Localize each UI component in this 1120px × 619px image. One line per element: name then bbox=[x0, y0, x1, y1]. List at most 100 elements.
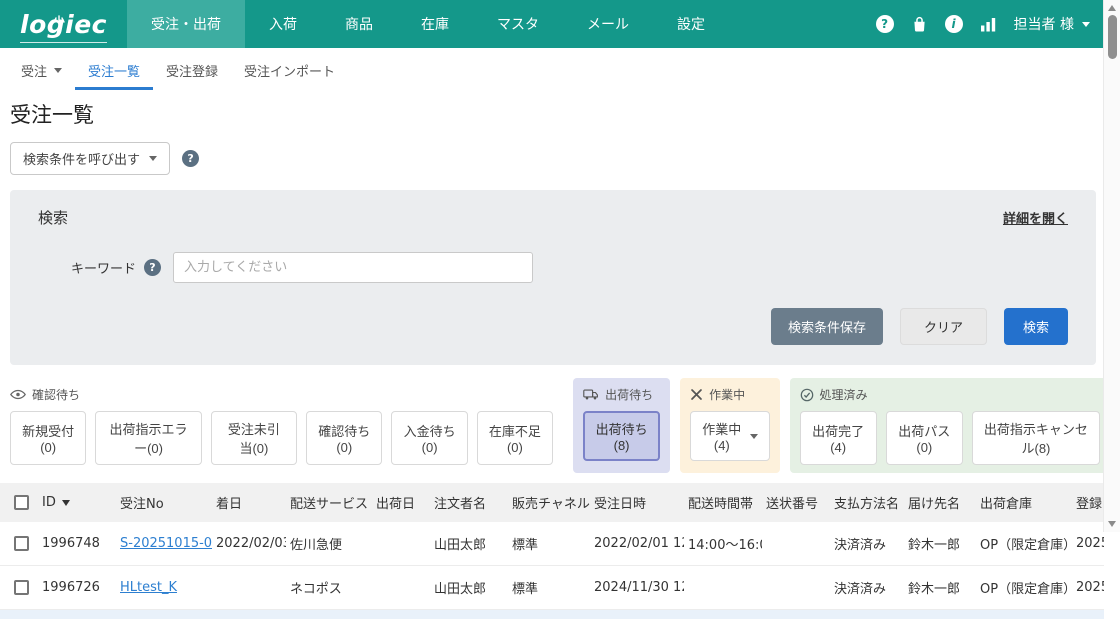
info-icon[interactable] bbox=[945, 15, 963, 33]
column-header-order-datetime: 受注日時 bbox=[590, 483, 684, 522]
clear-button[interactable]: クリア bbox=[900, 308, 987, 345]
filter-unallocated[interactable]: 受注未引当(0) bbox=[211, 411, 297, 465]
column-header-orderer: 注文者名 bbox=[430, 483, 508, 522]
user-menu[interactable]: 担当者 様 bbox=[1014, 14, 1090, 34]
nav-item-settings[interactable]: 設定 bbox=[653, 0, 729, 48]
cell-recipient: 鈴木一郎 bbox=[904, 522, 976, 566]
main-nav: 受注・出荷 入荷 商品 在庫 マスタ メール 設定 bbox=[127, 0, 729, 48]
order-no-link[interactable]: HLtest_K bbox=[120, 580, 177, 595]
cell-delivery-time: 14:00〜16:00 bbox=[684, 522, 762, 566]
status-group-processed: 処理済み 出荷完了(4) 出荷パス(0) 出荷指示キャンセル(8) bbox=[790, 378, 1110, 473]
load-conditions-row: 検索条件を呼び出す bbox=[0, 142, 1120, 175]
chevron-down-icon bbox=[750, 434, 758, 439]
cell-order-no: S-20251015-002 bbox=[116, 522, 212, 566]
vertical-scrollbar[interactable] bbox=[1103, 0, 1120, 532]
cell-ship-date bbox=[372, 522, 430, 566]
select-all-checkbox[interactable] bbox=[14, 495, 29, 510]
filter-ship-pass[interactable]: 出荷パス(0) bbox=[886, 411, 963, 465]
table-row: 1996726 HLtest_K ネコポス 山田太郎 標準 2024/11/30… bbox=[0, 566, 1104, 610]
column-header-registered: 登録日 bbox=[1072, 483, 1104, 522]
column-header-tracking-no: 送状番号 bbox=[762, 483, 830, 522]
column-header-delivery-service: 配送サービス bbox=[286, 483, 372, 522]
filter-ship-waiting[interactable]: 出荷待ち(8) bbox=[583, 411, 660, 461]
nav-item-stock[interactable]: 在庫 bbox=[397, 0, 473, 48]
tab-order-entry[interactable]: 受注登録 bbox=[153, 48, 231, 90]
cell-orderer: 山田太郎 bbox=[430, 522, 508, 566]
eye-icon bbox=[10, 389, 26, 400]
keyword-label: キーワード bbox=[38, 258, 136, 277]
logo-rays-icon bbox=[52, 15, 66, 23]
status-group-ship-waiting: 出荷待ち 出荷待ち(8) bbox=[573, 378, 670, 473]
nav-item-products[interactable]: 商品 bbox=[321, 0, 397, 48]
partially-visible-row bbox=[0, 610, 1104, 619]
tab-order-list[interactable]: 受注一覧 bbox=[75, 48, 153, 90]
search-panel: 検索 詳細を開く キーワード 検索条件保存 クリア 検索 bbox=[10, 190, 1096, 365]
filter-ship-instruction-error[interactable]: 出荷指示エラー(0) bbox=[95, 411, 201, 465]
filter-new-reception[interactable]: 新規受付(0) bbox=[10, 411, 86, 465]
tools-icon bbox=[690, 388, 703, 401]
cell-channel: 標準 bbox=[508, 566, 590, 610]
order-no-link[interactable]: S-20251015-002 bbox=[120, 536, 212, 551]
signal-bars-icon[interactable] bbox=[980, 16, 997, 32]
cell-tracking-no bbox=[762, 566, 830, 610]
header-actions: 担当者 様 bbox=[876, 14, 1120, 34]
cell-payment: 決済済み bbox=[830, 566, 904, 610]
tab-orders-menu[interactable]: 受注 bbox=[8, 48, 75, 90]
search-panel-title: 検索 bbox=[38, 207, 68, 228]
cell-delivery-time bbox=[684, 566, 762, 610]
cell-delivery-service: ネコポス bbox=[286, 566, 372, 610]
column-header-id[interactable]: ID bbox=[38, 483, 116, 522]
sub-nav-tabs: 受注 受注一覧 受注登録 受注インポート bbox=[0, 48, 1120, 90]
truck-icon bbox=[583, 388, 599, 401]
sort-desc-icon bbox=[62, 500, 70, 506]
filter-payment-waiting[interactable]: 入金待ち(0) bbox=[391, 411, 467, 465]
column-header-warehouse: 出荷倉庫 bbox=[976, 483, 1072, 522]
filter-ship-instruction-cancel[interactable]: 出荷指示キャンセル(8) bbox=[972, 411, 1100, 465]
cell-order-datetime: 2024/11/30 12:09 bbox=[590, 566, 684, 610]
user-name: 担当者 様 bbox=[1014, 14, 1074, 34]
column-header-order-no: 受注No bbox=[116, 483, 212, 522]
logo[interactable]: logiec bbox=[0, 12, 127, 37]
cell-payment: 決済済み bbox=[830, 522, 904, 566]
scroll-down-arrow-icon[interactable] bbox=[1108, 521, 1116, 527]
tab-order-import[interactable]: 受注インポート bbox=[231, 48, 348, 90]
app-header: logiec 受注・出荷 入荷 商品 在庫 マスタ メール 設定 担当者 様 bbox=[0, 0, 1120, 48]
filter-ship-complete[interactable]: 出荷完了(4) bbox=[800, 411, 877, 465]
help-icon[interactable] bbox=[876, 15, 894, 33]
column-header-channel: 販売チャネル bbox=[508, 483, 590, 522]
cell-ship-date bbox=[372, 566, 430, 610]
row-checkbox[interactable] bbox=[14, 536, 29, 551]
filter-working[interactable]: 作業中(4) bbox=[690, 411, 769, 461]
column-header-ship-date: 出荷日 bbox=[372, 483, 430, 522]
cell-id: 1996726 bbox=[38, 566, 116, 610]
cell-tracking-no bbox=[762, 522, 830, 566]
nav-item-orders-shipping[interactable]: 受注・出荷 bbox=[127, 0, 245, 48]
open-details-link[interactable]: 詳細を開く bbox=[1003, 208, 1068, 227]
row-checkbox[interactable] bbox=[14, 580, 29, 595]
keyword-input[interactable] bbox=[173, 252, 533, 283]
cell-channel: 標準 bbox=[508, 522, 590, 566]
scrollbar-thumb[interactable] bbox=[1108, 15, 1117, 59]
orders-table: ID 受注No 着日 配送サービス 出荷日 注文者名 販売チャネル 受注日時 配… bbox=[0, 483, 1104, 619]
column-header-delivery-time: 配送時間帯 bbox=[684, 483, 762, 522]
status-group-confirm-waiting: 確認待ち 新規受付(0) 出荷指示エラー(0) 受注未引当(0) 確認待ち(0)… bbox=[10, 378, 563, 473]
nav-item-inbound[interactable]: 入荷 bbox=[245, 0, 321, 48]
cell-order-no: HLtest_K bbox=[116, 566, 212, 610]
scroll-up-arrow-icon[interactable] bbox=[1108, 5, 1116, 11]
nav-item-master[interactable]: マスタ bbox=[473, 0, 563, 48]
search-button[interactable]: 検索 bbox=[1004, 308, 1068, 345]
bag-icon[interactable] bbox=[911, 15, 928, 33]
status-filter-row: 確認待ち 新規受付(0) 出荷指示エラー(0) 受注未引当(0) 確認待ち(0)… bbox=[0, 378, 1120, 473]
cell-orderer: 山田太郎 bbox=[430, 566, 508, 610]
filter-stock-shortage[interactable]: 在庫不足(0) bbox=[477, 411, 553, 465]
nav-item-mail[interactable]: メール bbox=[563, 0, 653, 48]
help-icon[interactable] bbox=[144, 259, 161, 276]
help-icon[interactable] bbox=[182, 150, 199, 167]
filter-confirm-waiting[interactable]: 確認待ち(0) bbox=[306, 411, 382, 465]
load-search-conditions-button[interactable]: 検索条件を呼び出す bbox=[10, 142, 170, 175]
column-header-recipient: 届け先名 bbox=[904, 483, 976, 522]
save-search-conditions-button[interactable]: 検索条件保存 bbox=[771, 308, 883, 345]
cell-id: 1996748 bbox=[38, 522, 116, 566]
check-circle-icon bbox=[800, 388, 814, 402]
chevron-down-icon bbox=[54, 68, 62, 73]
